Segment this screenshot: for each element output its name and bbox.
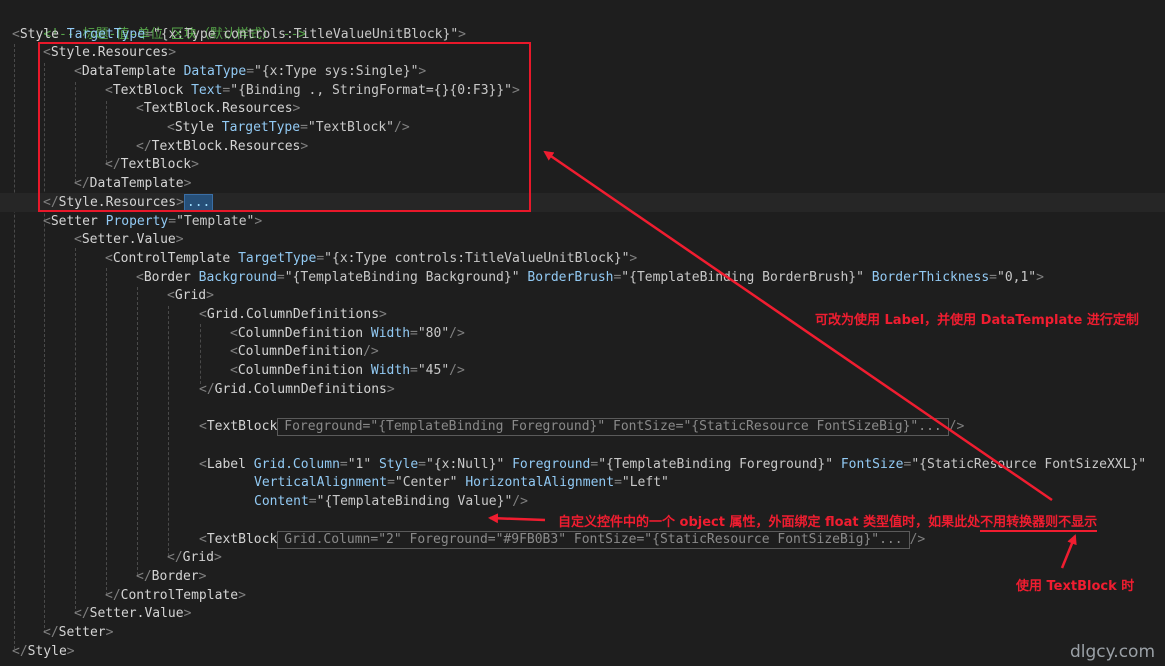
textblock-annotation: 使用 TextBlock 时: [1016, 579, 1135, 594]
arrow-to-label-content: [488, 513, 546, 524]
label-annotation: 可改为使用 Label，并使用 DataTemplate 进行定制: [815, 313, 1139, 328]
object-annotation-text: 自定义控件中的一个 object 属性，外面绑定 float 类型值时，如果此处: [558, 515, 981, 530]
object-annotation-emphasis: 不用转换器则不显示: [980, 515, 1098, 532]
annotation-arrows: [488, 150, 1077, 569]
watermark: dlgcy.com: [1070, 642, 1155, 662]
arrow-to-underline: [1060, 534, 1077, 569]
object-annotation: 自定义控件中的一个 object 属性，外面绑定 float 类型值时，如果此处…: [558, 511, 1098, 532]
